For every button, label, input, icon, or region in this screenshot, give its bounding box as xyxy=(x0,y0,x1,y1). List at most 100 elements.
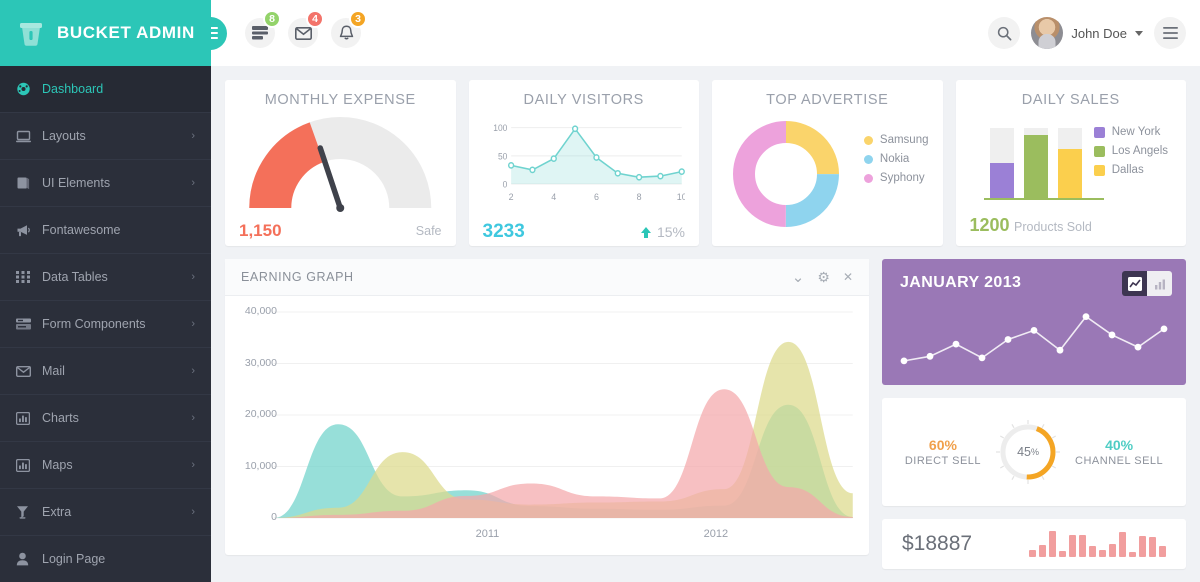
mail-button[interactable]: 4 xyxy=(288,10,324,48)
sparkline-bar xyxy=(1149,536,1156,557)
sparkline-bar xyxy=(1099,549,1106,557)
legend-item: Samsung xyxy=(863,134,929,146)
main-area: 8 4 3 John Doe MONTHLY EXPENSE 1,150 Saf… xyxy=(211,0,1200,582)
daily-sales-title: DAILY SALES xyxy=(1021,92,1120,108)
daily-visitors-footer: 3233 15% xyxy=(483,221,686,243)
revenue-card: $18887 xyxy=(882,519,1186,569)
monthly-expense-card: MONTHLY EXPENSE 1,150 Safe xyxy=(225,80,456,246)
sidebar-item-charts[interactable]: Charts › xyxy=(0,395,211,442)
book-icon xyxy=(16,176,42,190)
sell-split-inner: 60% DIRECT SELL 45 % 40% CHANNEL SELL xyxy=(882,398,1186,506)
top-advertise-chart: Samsung Nokia Syphony xyxy=(726,112,929,236)
sidebar-toggle-button[interactable] xyxy=(211,16,227,50)
daily-sales-sub: Products Sold xyxy=(1014,219,1092,234)
daily-sales-legend: New York Los Angels Dallas xyxy=(1093,126,1168,183)
envelope-icon xyxy=(16,365,42,377)
sidebar-item-label: Extra xyxy=(42,505,72,519)
sell-gauge-number: 45 xyxy=(1017,445,1031,459)
brand-title: BUCKET ADMIN xyxy=(57,23,195,42)
legend-label: New York xyxy=(1111,126,1161,138)
chevron-right-icon: › xyxy=(191,506,195,518)
legend-label: Nokia xyxy=(879,153,910,165)
sidebar-item-label: Mail xyxy=(42,364,65,378)
topbar-icons: 8 4 3 xyxy=(245,10,367,48)
january-title: JANUARY 2013 xyxy=(900,274,1022,291)
bar-chart-icon[interactable] xyxy=(1147,271,1172,296)
channel-sell-pct: 40% xyxy=(1105,437,1134,453)
line-chart-icon[interactable] xyxy=(1122,271,1147,296)
legend-item: Dallas xyxy=(1093,164,1168,176)
sidebar-item-dashboard[interactable]: Dashboard xyxy=(0,66,211,113)
monthly-expense-status: Safe xyxy=(415,224,442,238)
january-card: JANUARY 2013 xyxy=(882,259,1186,385)
direct-sell-label: DIRECT SELL xyxy=(904,455,982,467)
monthly-expense-title: MONTHLY EXPENSE xyxy=(264,92,416,108)
legend-swatch xyxy=(1093,126,1105,138)
search-button[interactable] xyxy=(988,17,1021,49)
form-icon xyxy=(16,318,42,330)
revenue-sparkline xyxy=(1029,531,1166,557)
tasks-badge: 8 xyxy=(263,10,281,28)
sell-gauge: 45% xyxy=(995,419,1061,485)
dashboard-page: BUCKET ADMIN Dashboard Layouts › UI Element… xyxy=(0,0,1200,582)
user-zone: John Doe xyxy=(988,17,1186,49)
chevron-right-icon: › xyxy=(191,459,195,471)
user-menu[interactable]: John Doe xyxy=(1031,17,1143,49)
sidebar-item-mail[interactable]: Mail › xyxy=(0,348,211,395)
sidebar-item-form-components[interactable]: Form Components › xyxy=(0,301,211,348)
sidebar-item-fontawesome[interactable]: Fontawesome xyxy=(0,207,211,254)
svg-text:10: 10 xyxy=(676,192,685,202)
legend-label: Los Angels xyxy=(1111,145,1168,157)
legend-item: Nokia xyxy=(863,153,929,165)
chevron-right-icon: › xyxy=(191,318,195,330)
daily-visitors-card: DAILY VISITORS 0 50 100 2 4 6 8 10 3233 15% xyxy=(468,80,699,246)
close-icon[interactable]: ✕ xyxy=(843,270,853,284)
legend-item: New York xyxy=(1093,126,1168,138)
sparkline-bar xyxy=(1049,531,1056,557)
gauge-chart xyxy=(239,112,442,221)
sidebar-item-ui-elements[interactable]: UI Elements › xyxy=(0,160,211,207)
sidebar-item-label: Dashboard xyxy=(42,82,104,96)
panel-tools: ⌄ ⚙ ✕ xyxy=(792,268,853,287)
sidebar-item-data-tables[interactable]: Data Tables › xyxy=(0,254,211,301)
legend-label: Syphony xyxy=(879,172,925,184)
top-advertise-legend: Samsung Nokia Syphony xyxy=(863,134,929,191)
monthly-expense-footer: 1,150 Safe xyxy=(239,221,442,241)
sidebar: BUCKET ADMIN Dashboard Layouts › UI Element… xyxy=(0,0,211,582)
megaphone-icon xyxy=(16,224,42,237)
daily-visitors-value: 3233 xyxy=(482,221,525,242)
daily-sales-value-group: 1200 Products Sold xyxy=(970,215,1092,236)
tasks-button[interactable]: 8 xyxy=(245,10,281,48)
collapse-icon[interactable]: ⌄ xyxy=(792,268,805,286)
earning-graph-chart: 0 10,000 20,000 30,000 40,000 2011 2012 xyxy=(225,296,869,555)
legend-item: Los Angels xyxy=(1093,145,1168,157)
sidebar-item-layouts[interactable]: Layouts › xyxy=(0,113,211,160)
svg-text:2: 2 xyxy=(508,192,513,202)
hamburger-icon xyxy=(211,27,218,29)
sidebar-item-extra[interactable]: Extra › xyxy=(0,489,211,536)
notifications-button[interactable]: 3 xyxy=(331,10,367,48)
bucket-icon xyxy=(18,19,44,47)
brand[interactable]: BUCKET ADMIN xyxy=(0,0,211,66)
avatar xyxy=(1031,17,1064,49)
legend-swatch xyxy=(1093,145,1105,157)
right-menu-button[interactable] xyxy=(1154,17,1186,49)
direct-sell-pct: 60% xyxy=(928,437,957,453)
legend-label: Samsung xyxy=(879,134,929,146)
sidebar-item-login-page[interactable]: Login Page xyxy=(0,536,211,582)
svg-text:50: 50 xyxy=(497,151,507,161)
monthly-expense-value: 1,150 xyxy=(239,221,282,240)
daily-sales-footer: 1200 Products Sold xyxy=(970,214,1173,236)
daily-sales-chart: New York Los Angels Dallas xyxy=(970,112,1173,214)
svg-text:6: 6 xyxy=(593,192,598,202)
legend-label: Dallas xyxy=(1111,164,1144,176)
chevron-right-icon: › xyxy=(191,177,195,189)
dashboard-icon xyxy=(16,82,42,96)
sparkline-bar xyxy=(1069,534,1076,557)
sparkline-bar xyxy=(1029,549,1036,557)
sparkline-bar xyxy=(1109,544,1116,557)
january-toggles xyxy=(1122,271,1172,296)
legend-swatch xyxy=(1093,164,1105,176)
gear-icon[interactable]: ⚙ xyxy=(817,269,830,286)
sidebar-item-maps[interactable]: Maps › xyxy=(0,442,211,489)
